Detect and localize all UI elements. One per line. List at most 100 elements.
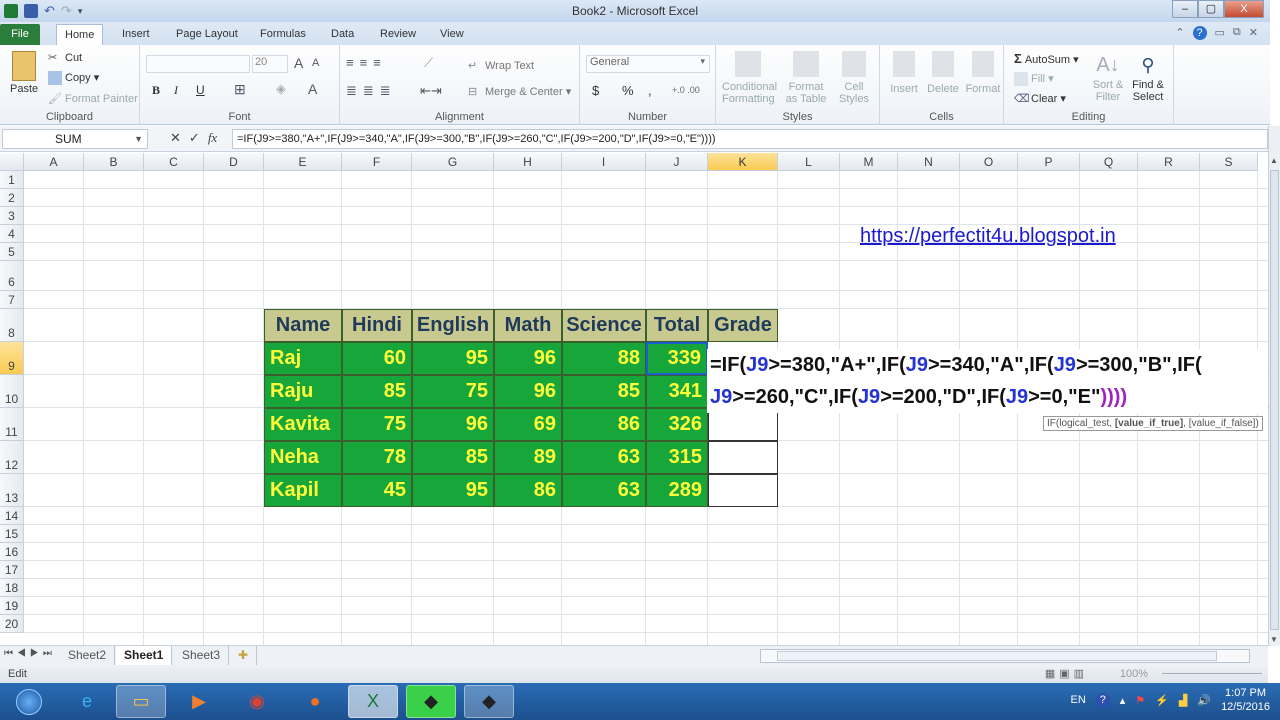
- orientation-icon[interactable]: ⟋: [424, 55, 433, 71]
- table-header-grade[interactable]: Grade: [708, 309, 778, 342]
- row-header-5[interactable]: 5: [0, 243, 24, 261]
- chrome-icon[interactable]: ◉: [232, 685, 282, 718]
- student-name-cell[interactable]: Neha: [264, 441, 342, 474]
- network-icon[interactable]: ▟: [1179, 694, 1187, 707]
- row-header-1[interactable]: 1: [0, 171, 24, 189]
- sheet-tab-sheet2[interactable]: Sheet2: [60, 646, 116, 665]
- delete-cells-button[interactable]: Delete: [924, 51, 962, 95]
- in-cell-formula-editor[interactable]: =IF(J9>=380,"A+",IF(J9>=340,"A",IF(J9>=3…: [707, 349, 1267, 413]
- student-name-cell[interactable]: Kapil: [264, 474, 342, 507]
- grade-cell[interactable]: [708, 474, 778, 507]
- table-header-hindi[interactable]: Hindi: [342, 309, 412, 342]
- horizontal-scrollbar[interactable]: [760, 649, 1250, 663]
- tab-insert[interactable]: Insert: [114, 24, 158, 45]
- column-header-q[interactable]: Q: [1080, 153, 1138, 171]
- firefox-icon[interactable]: ●: [290, 685, 340, 718]
- volume-icon[interactable]: 🔊: [1197, 694, 1211, 707]
- view-buttons-icon[interactable]: ▦▣▥: [1045, 665, 1088, 683]
- score-cell[interactable]: 85: [562, 375, 646, 408]
- percent-button[interactable]: %: [622, 83, 634, 98]
- column-header-o[interactable]: O: [960, 153, 1018, 171]
- row-header-18[interactable]: 18: [0, 579, 24, 597]
- autosum-button[interactable]: Σ AutoSum ▾: [1014, 51, 1079, 66]
- scroll-up-icon[interactable]: ▲: [1270, 156, 1278, 165]
- font-color-icon[interactable]: A: [308, 81, 317, 97]
- column-header-e[interactable]: E: [264, 153, 342, 171]
- column-header-p[interactable]: P: [1018, 153, 1080, 171]
- column-header-i[interactable]: I: [562, 153, 646, 171]
- help-tray-icon[interactable]: ?: [1095, 693, 1110, 707]
- insert-function-icon[interactable]: fx: [208, 130, 217, 146]
- column-header-n[interactable]: N: [898, 153, 960, 171]
- student-name-cell[interactable]: Kavita: [264, 408, 342, 441]
- workbook-close-icon[interactable]: ✕: [1249, 26, 1258, 40]
- tab-formulas[interactable]: Formulas: [252, 24, 314, 45]
- column-header-k[interactable]: K: [708, 153, 778, 171]
- column-header-j[interactable]: J: [646, 153, 708, 171]
- table-header-science[interactable]: Science: [562, 309, 646, 342]
- name-box[interactable]: SUM ▼: [2, 129, 148, 149]
- score-cell[interactable]: 69: [494, 408, 562, 441]
- merge-center-button[interactable]: ⊟ Merge & Center ▾: [468, 85, 571, 99]
- action-center-icon[interactable]: ⚑: [1135, 694, 1145, 707]
- total-cell[interactable]: 339: [646, 342, 708, 375]
- grow-font-icon[interactable]: A: [294, 55, 303, 71]
- row-header-11[interactable]: 11: [0, 408, 24, 441]
- student-name-cell[interactable]: Raj: [264, 342, 342, 375]
- horizontal-scroll-thumb[interactable]: [777, 651, 1217, 661]
- score-cell[interactable]: 60: [342, 342, 412, 375]
- vertical-align-icons[interactable]: ≡≡≡: [346, 55, 387, 70]
- student-name-cell[interactable]: Raju: [264, 375, 342, 408]
- column-header-s[interactable]: S: [1200, 153, 1258, 171]
- workbook-restore-icon[interactable]: ⧉: [1233, 26, 1241, 40]
- tab-file[interactable]: File: [0, 24, 40, 45]
- column-header-g[interactable]: G: [412, 153, 494, 171]
- wrap-text-button[interactable]: ↵ Wrap Text: [468, 59, 534, 73]
- tab-home[interactable]: Home: [56, 24, 104, 45]
- column-header-b[interactable]: B: [84, 153, 144, 171]
- start-button-icon[interactable]: [4, 685, 54, 718]
- column-header-a[interactable]: A: [24, 153, 84, 171]
- column-header-d[interactable]: D: [204, 153, 264, 171]
- row-header-14[interactable]: 14: [0, 507, 24, 525]
- minimize-ribbon-icon[interactable]: ⌃: [1175, 26, 1184, 40]
- zoom-slider[interactable]: [1162, 673, 1262, 674]
- table-header-total[interactable]: Total: [646, 309, 708, 342]
- column-header-c[interactable]: C: [144, 153, 204, 171]
- column-header-r[interactable]: R: [1138, 153, 1200, 171]
- total-cell[interactable]: 341: [646, 375, 708, 408]
- score-cell[interactable]: 63: [562, 474, 646, 507]
- insert-cells-button[interactable]: Insert: [886, 51, 922, 95]
- row-header-16[interactable]: 16: [0, 543, 24, 561]
- format-cells-button[interactable]: Format: [964, 51, 1002, 95]
- row-header-15[interactable]: 15: [0, 525, 24, 543]
- font-size-select[interactable]: 20: [252, 55, 288, 73]
- table-header-english[interactable]: English: [412, 309, 494, 342]
- power-icon[interactable]: ⚡: [1155, 694, 1169, 707]
- horizontal-align-icons[interactable]: ≣≣≣: [346, 83, 397, 99]
- total-cell[interactable]: 315: [646, 441, 708, 474]
- clock[interactable]: 1:07 PM 12/5/2016: [1221, 686, 1270, 714]
- row-header-17[interactable]: 17: [0, 561, 24, 579]
- row-header-20[interactable]: 20: [0, 615, 24, 633]
- row-header-12[interactable]: 12: [0, 441, 24, 474]
- excel-recorder-icon[interactable]: ◆: [406, 685, 456, 718]
- score-cell[interactable]: 96: [494, 375, 562, 408]
- worksheet-grid[interactable]: ABCDEFGHIJKLMNOPQRS 1 2 3 4 5 6 7 8 9 10 11 12 13 14 1…: [0, 153, 1268, 645]
- indent-icons[interactable]: ⇤⇥: [420, 83, 442, 99]
- scroll-down-icon[interactable]: ▼: [1270, 635, 1278, 644]
- score-cell[interactable]: 95: [412, 342, 494, 375]
- media-player-icon[interactable]: ▶: [174, 685, 224, 718]
- conditional-formatting-button[interactable]: Conditional Formatting: [722, 51, 777, 105]
- select-all-corner[interactable]: [0, 153, 24, 171]
- sheet-tab-sheet3[interactable]: Sheet3: [174, 646, 230, 665]
- score-cell[interactable]: 75: [342, 408, 412, 441]
- help-icon[interactable]: ?: [1192, 26, 1207, 40]
- blog-hyperlink[interactable]: https://perfectit4u.blogspot.in: [860, 225, 1116, 248]
- currency-button[interactable]: $: [592, 83, 599, 98]
- shrink-font-icon[interactable]: A: [312, 57, 319, 69]
- name-box-dropdown-icon[interactable]: ▼: [134, 130, 143, 148]
- borders-icon[interactable]: ⊞: [234, 81, 246, 98]
- row-header-13[interactable]: 13: [0, 474, 24, 507]
- table-header-math[interactable]: Math: [494, 309, 562, 342]
